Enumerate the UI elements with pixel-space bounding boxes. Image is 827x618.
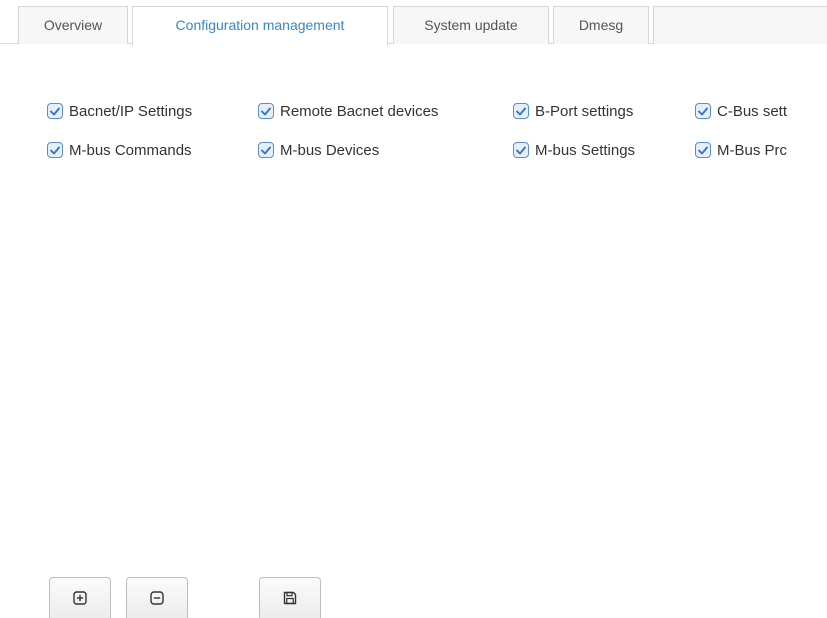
checkbox-checked-icon[interactable] xyxy=(47,142,63,158)
checkbox-checked-icon[interactable] xyxy=(258,103,274,119)
checkbox-label: B-Port settings xyxy=(535,102,634,120)
checkbox-label: C-Bus sett xyxy=(717,102,788,120)
tab-dmesg[interactable]: Dmesg xyxy=(553,6,649,44)
checkbox-m-bus-devices[interactable]: M-bus Devices xyxy=(258,139,379,161)
checkbox-b-port-settings[interactable]: B-Port settings xyxy=(513,100,633,122)
tab-configuration-management[interactable]: Configuration management xyxy=(132,6,388,46)
minus-square-icon xyxy=(150,591,164,605)
checkbox-label: M-bus Commands xyxy=(69,141,192,159)
checkbox-bacnet-ip-settings[interactable]: Bacnet/IP Settings xyxy=(47,100,192,122)
checkbox-checked-icon[interactable] xyxy=(695,142,711,158)
tab-bar-filler xyxy=(653,6,827,44)
checkbox-checked-icon[interactable] xyxy=(513,142,529,158)
tab-overview[interactable]: Overview xyxy=(18,6,128,44)
checkbox-m-bus-protocol[interactable]: M-Bus Prc xyxy=(695,139,787,161)
add-button[interactable] xyxy=(49,577,111,618)
tab-system-update[interactable]: System update xyxy=(393,6,549,44)
checkbox-label: M-bus Devices xyxy=(280,141,380,159)
config-management-screen: Overview Configuration management System… xyxy=(0,0,827,618)
checkbox-checked-icon[interactable] xyxy=(513,103,529,119)
save-button[interactable] xyxy=(259,577,321,618)
checkbox-label: M-bus Settings xyxy=(535,141,636,159)
remove-button[interactable] xyxy=(126,577,188,618)
checkbox-checked-icon[interactable] xyxy=(258,142,274,158)
checkbox-label: Bacnet/IP Settings xyxy=(69,102,193,120)
tab-bar: Overview Configuration management System… xyxy=(0,0,827,46)
checkbox-m-bus-settings[interactable]: M-bus Settings xyxy=(513,139,635,161)
checkbox-label: M-Bus Prc xyxy=(717,141,788,159)
checkbox-c-bus-settings[interactable]: C-Bus sett xyxy=(695,100,787,122)
checkbox-checked-icon[interactable] xyxy=(695,103,711,119)
checkbox-remote-bacnet-devices[interactable]: Remote Bacnet devices xyxy=(258,100,438,122)
checkbox-checked-icon[interactable] xyxy=(47,103,63,119)
checkbox-m-bus-commands[interactable]: M-bus Commands xyxy=(47,139,192,161)
checkbox-label: Remote Bacnet devices xyxy=(280,102,439,120)
floppy-disk-icon xyxy=(283,591,297,605)
plus-square-icon xyxy=(73,591,87,605)
